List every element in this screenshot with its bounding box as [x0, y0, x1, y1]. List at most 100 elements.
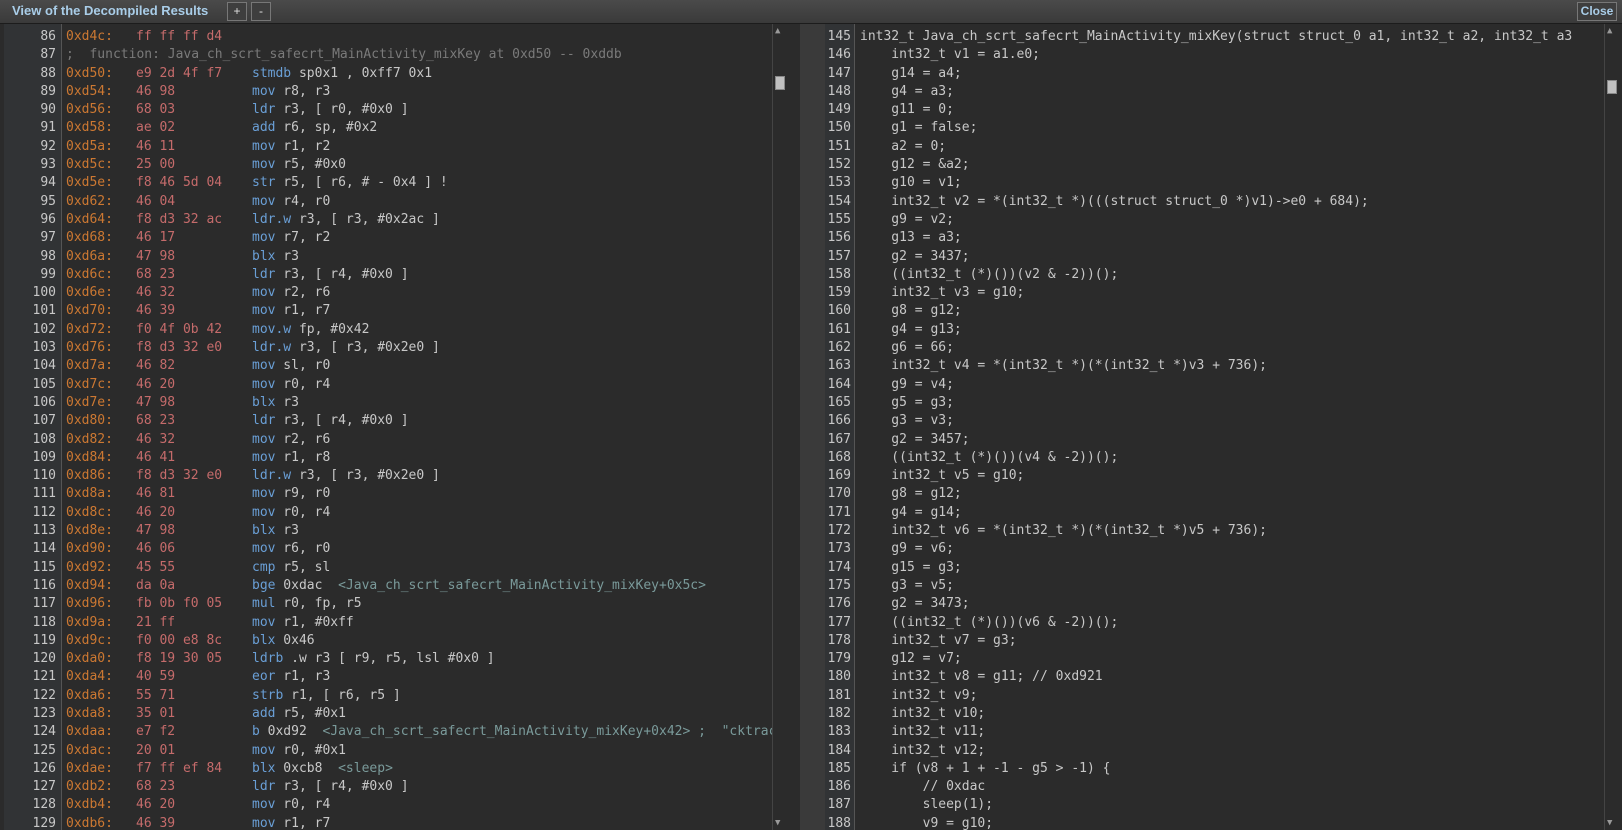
- asm-line[interactable]: 0xd7a: 46 82 mov sl, r0: [66, 357, 772, 375]
- decompiled-line[interactable]: int32_t v2 = *(int32_t *)(((struct struc…: [860, 193, 1602, 211]
- decompiled-line[interactable]: int32_t v7 = g3;: [860, 632, 1602, 650]
- asm-line[interactable]: 0xd9a: 21 ff mov r1, #0xff: [66, 614, 772, 632]
- decompiled-line[interactable]: g11 = 0;: [860, 101, 1602, 119]
- asm-line[interactable]: 0xd6c: 68 23 ldr r3, [ r4, #0x0 ]: [66, 266, 772, 284]
- zoom-out-button[interactable]: -: [251, 2, 271, 21]
- asm-line[interactable]: 0xdb4: 46 20 mov r0, r4: [66, 796, 772, 814]
- decompiled-line[interactable]: g14 = a4;: [860, 65, 1602, 83]
- decompiled-line[interactable]: if (v8 + 1 + -1 - g5 > -1) {: [860, 760, 1602, 778]
- asm-line[interactable]: 0xd82: 46 32 mov r2, r6: [66, 431, 772, 449]
- scroll-down-icon[interactable]: ▼: [775, 818, 780, 828]
- asm-line[interactable]: 0xd5a: 46 11 mov r1, r2: [66, 138, 772, 156]
- asm-line[interactable]: 0xd6a: 47 98 blx r3: [66, 248, 772, 266]
- asm-line[interactable]: 0xd58: ae 02 add r6, sp, #0x2: [66, 119, 772, 137]
- decompiled-line[interactable]: g3 = v3;: [860, 412, 1602, 430]
- asm-line[interactable]: 0xdaa: e7 f2 b 0xd92 <Java_ch_scrt_safecrt…: [66, 723, 772, 741]
- decompiled-line[interactable]: g8 = g12;: [860, 485, 1602, 503]
- decompiled-line[interactable]: g2 = 3457;: [860, 431, 1602, 449]
- asm-line[interactable]: 0xd7c: 46 20 mov r0, r4: [66, 376, 772, 394]
- asm-line[interactable]: 0xd80: 68 23 ldr r3, [ r4, #0x0 ]: [66, 412, 772, 430]
- close-button[interactable]: Close: [1577, 2, 1617, 21]
- decompiled-line[interactable]: int32_t v12;: [860, 742, 1602, 760]
- decompiled-line[interactable]: a2 = 0;: [860, 138, 1602, 156]
- zoom-in-button[interactable]: +: [227, 2, 247, 21]
- asm-line[interactable]: 0xdae: f7 ff ef 84 blx 0xcb8 <sleep>: [66, 760, 772, 778]
- disassembly-code[interactable]: 0xd4c: ff ff ff d4 ; function: Java_ch_scr…: [66, 28, 772, 830]
- decompiled-line[interactable]: int32_t v11;: [860, 723, 1602, 741]
- asm-line[interactable]: 0xd8e: 47 98 blx r3: [66, 522, 772, 540]
- asm-line[interactable]: 0xda4: 40 59 eor r1, r3: [66, 668, 772, 686]
- asm-line[interactable]: 0xd90: 46 06 mov r6, r0: [66, 540, 772, 558]
- asm-line[interactable]: 0xdb2: 68 23 ldr r3, [ r4, #0x0 ]: [66, 778, 772, 796]
- decompiled-line[interactable]: g2 = 3473;: [860, 595, 1602, 613]
- decompiled-line[interactable]: g6 = 66;: [860, 339, 1602, 357]
- asm-line[interactable]: ; function: Java_ch_scrt_safecrt_MainAct…: [66, 46, 772, 64]
- decompiled-line[interactable]: g9 = v2;: [860, 211, 1602, 229]
- decompiled-line[interactable]: int32_t v8 = g11; // 0xd921: [860, 668, 1602, 686]
- decompiled-line[interactable]: g12 = v7;: [860, 650, 1602, 668]
- decompiled-line[interactable]: g1 = false;: [860, 119, 1602, 137]
- asm-line[interactable]: 0xd4c: ff ff ff d4: [66, 28, 772, 46]
- decompiled-line[interactable]: ((int32_t (*)())(v4 & -2))();: [860, 449, 1602, 467]
- decompiled-line[interactable]: sleep(1);: [860, 796, 1602, 814]
- decompiled-line[interactable]: v9 = g10;: [860, 815, 1602, 830]
- decompiled-code[interactable]: int32_t Java_ch_scrt_safecrt_MainActivit…: [860, 28, 1602, 830]
- asm-line[interactable]: 0xd9c: f0 00 e8 8c blx 0x46: [66, 632, 772, 650]
- decompiled-line[interactable]: int32_t v3 = g10;: [860, 284, 1602, 302]
- disassembly-scrollbar[interactable]: ▲ ▼: [772, 24, 786, 830]
- scroll-up-icon[interactable]: ▲: [1607, 26, 1612, 36]
- decompiled-line[interactable]: g4 = g14;: [860, 504, 1602, 522]
- asm-line[interactable]: 0xd96: fb 0b f0 05 mul r0, fp, r5: [66, 595, 772, 613]
- asm-line[interactable]: 0xdb6: 46 39 mov r1, r7: [66, 815, 772, 830]
- scroll-up-icon[interactable]: ▲: [775, 26, 780, 36]
- asm-line[interactable]: 0xd94: da 0a bge 0xdac <Java_ch_scrt_safec…: [66, 577, 772, 595]
- decompiled-line[interactable]: int32_t v1 = a1.e0;: [860, 46, 1602, 64]
- asm-line[interactable]: 0xd76: f8 d3 32 e0 ldr.w r3, [ r3, #0x2e0 …: [66, 339, 772, 357]
- asm-line[interactable]: 0xd68: 46 17 mov r7, r2: [66, 229, 772, 247]
- asm-line[interactable]: 0xdac: 20 01 mov r0, #0x1: [66, 742, 772, 760]
- decompiled-line[interactable]: g4 = a3;: [860, 83, 1602, 101]
- decompiled-line[interactable]: g12 = &a2;: [860, 156, 1602, 174]
- decompiled-line[interactable]: int32_t Java_ch_scrt_safecrt_MainActivit…: [860, 28, 1602, 46]
- asm-line[interactable]: 0xd64: f8 d3 32 ac ldr.w r3, [ r3, #0x2ac …: [66, 211, 772, 229]
- decompiled-line[interactable]: g4 = g13;: [860, 321, 1602, 339]
- decompiled-line[interactable]: // 0xdac: [860, 778, 1602, 796]
- pane-divider[interactable]: [800, 24, 815, 830]
- asm-line[interactable]: 0xd70: 46 39 mov r1, r7: [66, 302, 772, 320]
- asm-line[interactable]: 0xd54: 46 98 mov r8, r3: [66, 83, 772, 101]
- decompiled-line[interactable]: int32_t v4 = *(int32_t *)(*(int32_t *)v3…: [860, 357, 1602, 375]
- asm-line[interactable]: 0xda8: 35 01 add r5, #0x1: [66, 705, 772, 723]
- scroll-down-icon[interactable]: ▼: [1607, 818, 1612, 828]
- decompiled-line[interactable]: g5 = g3;: [860, 394, 1602, 412]
- asm-line[interactable]: 0xd62: 46 04 mov r4, r0: [66, 193, 772, 211]
- decompiled-scrollbar[interactable]: ▲ ▼: [1604, 24, 1618, 830]
- decompiled-line[interactable]: ((int32_t (*)())(v6 & -2))();: [860, 614, 1602, 632]
- decompiled-scroll-thumb[interactable]: [1607, 80, 1617, 94]
- asm-line[interactable]: 0xd84: 46 41 mov r1, r8: [66, 449, 772, 467]
- decompiled-line[interactable]: g15 = g3;: [860, 559, 1602, 577]
- asm-line[interactable]: 0xda6: 55 71 strb r1, [ r6, r5 ]: [66, 687, 772, 705]
- decompiled-pane[interactable]: 145 146 147 148 149 150 151 152 153 154 155 156 157 1…: [815, 24, 1622, 830]
- decompiled-line[interactable]: int32_t v6 = *(int32_t *)(*(int32_t *)v5…: [860, 522, 1602, 540]
- disassembly-pane[interactable]: 86 87 88 89 90 91 92 93 94 95 96 97 98 99 100 101 102 103…: [0, 24, 815, 830]
- decompiled-line[interactable]: g10 = v1;: [860, 174, 1602, 192]
- asm-line[interactable]: 0xd86: f8 d3 32 e0 ldr.w r3, [ r3, #0x2e0 …: [66, 467, 772, 485]
- asm-line[interactable]: 0xd50: e9 2d 4f f7 stmdb sp0x1 , 0xff7 0x1: [66, 65, 772, 83]
- asm-line[interactable]: 0xd72: f0 4f 0b 42 mov.w fp, #0x42: [66, 321, 772, 339]
- disassembly-scroll-thumb[interactable]: [775, 76, 785, 90]
- decompiled-line[interactable]: g13 = a3;: [860, 229, 1602, 247]
- asm-line[interactable]: 0xd8a: 46 81 mov r9, r0: [66, 485, 772, 503]
- decompiled-line[interactable]: g3 = v5;: [860, 577, 1602, 595]
- decompiled-line[interactable]: g9 = v6;: [860, 540, 1602, 558]
- asm-line[interactable]: 0xd5e: f8 46 5d 04 str r5, [ r6, # - 0x4 ]…: [66, 174, 772, 192]
- decompiled-line[interactable]: int32_t v5 = g10;: [860, 467, 1602, 485]
- decompiled-line[interactable]: g9 = v4;: [860, 376, 1602, 394]
- asm-line[interactable]: 0xd92: 45 55 cmp r5, sl: [66, 559, 772, 577]
- decompiled-line[interactable]: ((int32_t (*)())(v2 & -2))();: [860, 266, 1602, 284]
- asm-line[interactable]: 0xd6e: 46 32 mov r2, r6: [66, 284, 772, 302]
- asm-line[interactable]: 0xd5c: 25 00 mov r5, #0x0: [66, 156, 772, 174]
- asm-line[interactable]: 0xd8c: 46 20 mov r0, r4: [66, 504, 772, 522]
- asm-line[interactable]: 0xda0: f8 19 30 05 ldrb .w r3 [ r9, r5, ls…: [66, 650, 772, 668]
- decompiled-line[interactable]: int32_t v9;: [860, 687, 1602, 705]
- asm-line[interactable]: 0xd56: 68 03 ldr r3, [ r0, #0x0 ]: [66, 101, 772, 119]
